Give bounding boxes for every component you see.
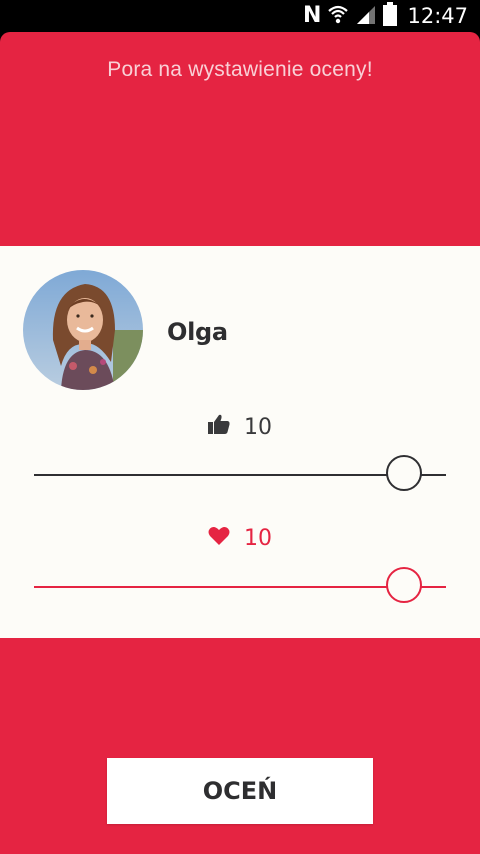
battery-icon <box>383 1 398 31</box>
signal-icon <box>355 3 377 30</box>
wifi-icon <box>327 3 349 30</box>
heart-icon <box>208 526 230 551</box>
heart-slider[interactable] <box>34 567 446 607</box>
page-title: Pora na wystawienie oceny! <box>107 58 373 81</box>
rating-screen: Pora na wystawienie oceny! Olga 10 10 OC… <box>0 32 480 854</box>
status-icons: N 12:47 <box>303 1 468 31</box>
nfc-icon: N <box>303 3 322 28</box>
status-time: 12:47 <box>407 4 468 28</box>
heart-slider-track[interactable] <box>34 586 446 588</box>
thumbs-up-icon <box>208 414 230 440</box>
avatar <box>23 270 143 390</box>
heart-score-row: 10 <box>0 526 480 551</box>
like-score-row: 10 <box>0 414 480 440</box>
user-name: Olga <box>167 318 228 346</box>
like-slider-track[interactable] <box>34 474 446 476</box>
profile-card: Olga 10 10 <box>0 246 480 638</box>
heart-slider-thumb[interactable] <box>386 567 422 603</box>
heart-score-value: 10 <box>244 526 272 551</box>
submit-rating-button[interactable]: OCEŃ <box>107 758 373 824</box>
status-bar: N 12:47 <box>0 0 480 32</box>
like-score-value: 10 <box>244 414 272 440</box>
like-slider[interactable] <box>34 455 446 495</box>
like-slider-thumb[interactable] <box>386 455 422 491</box>
